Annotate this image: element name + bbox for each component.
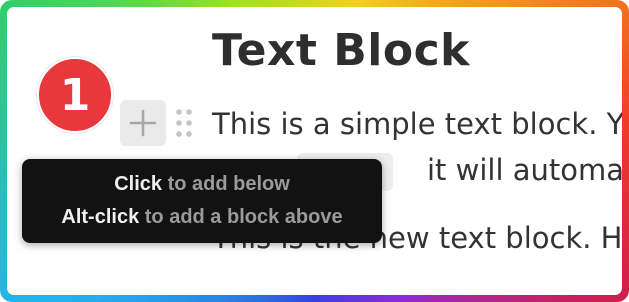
- plus-icon: [129, 109, 157, 137]
- editor-canvas: Text Block This is a simple text block. …: [7, 7, 622, 295]
- text-block-1[interactable]: This is a simple text block. You: [212, 107, 622, 141]
- tooltip-action-alt-click: Alt-click: [61, 206, 140, 228]
- add-block-button[interactable]: [120, 100, 166, 146]
- tooltip-action-click: Click: [114, 173, 163, 195]
- highlight-frame: Text Block This is a simple text block. …: [0, 0, 629, 302]
- tooltip-line-click: Click to add below: [22, 173, 382, 196]
- page-title: Text Block: [212, 25, 470, 76]
- step-number-badge: 1: [37, 57, 113, 133]
- add-block-tooltip: Click to add below Alt-click to add a bl…: [22, 159, 382, 243]
- tooltip-line-alt-click: Alt-click to add a block above: [22, 206, 382, 229]
- drag-handle[interactable]: [172, 106, 196, 140]
- drag-handle-icon: [176, 109, 192, 137]
- tooltip-desc-click: to add below: [162, 173, 290, 195]
- tooltip-desc-alt-click: to add a block above: [139, 206, 343, 228]
- text-block-1-continuation[interactable]: it will automatic: [427, 153, 622, 187]
